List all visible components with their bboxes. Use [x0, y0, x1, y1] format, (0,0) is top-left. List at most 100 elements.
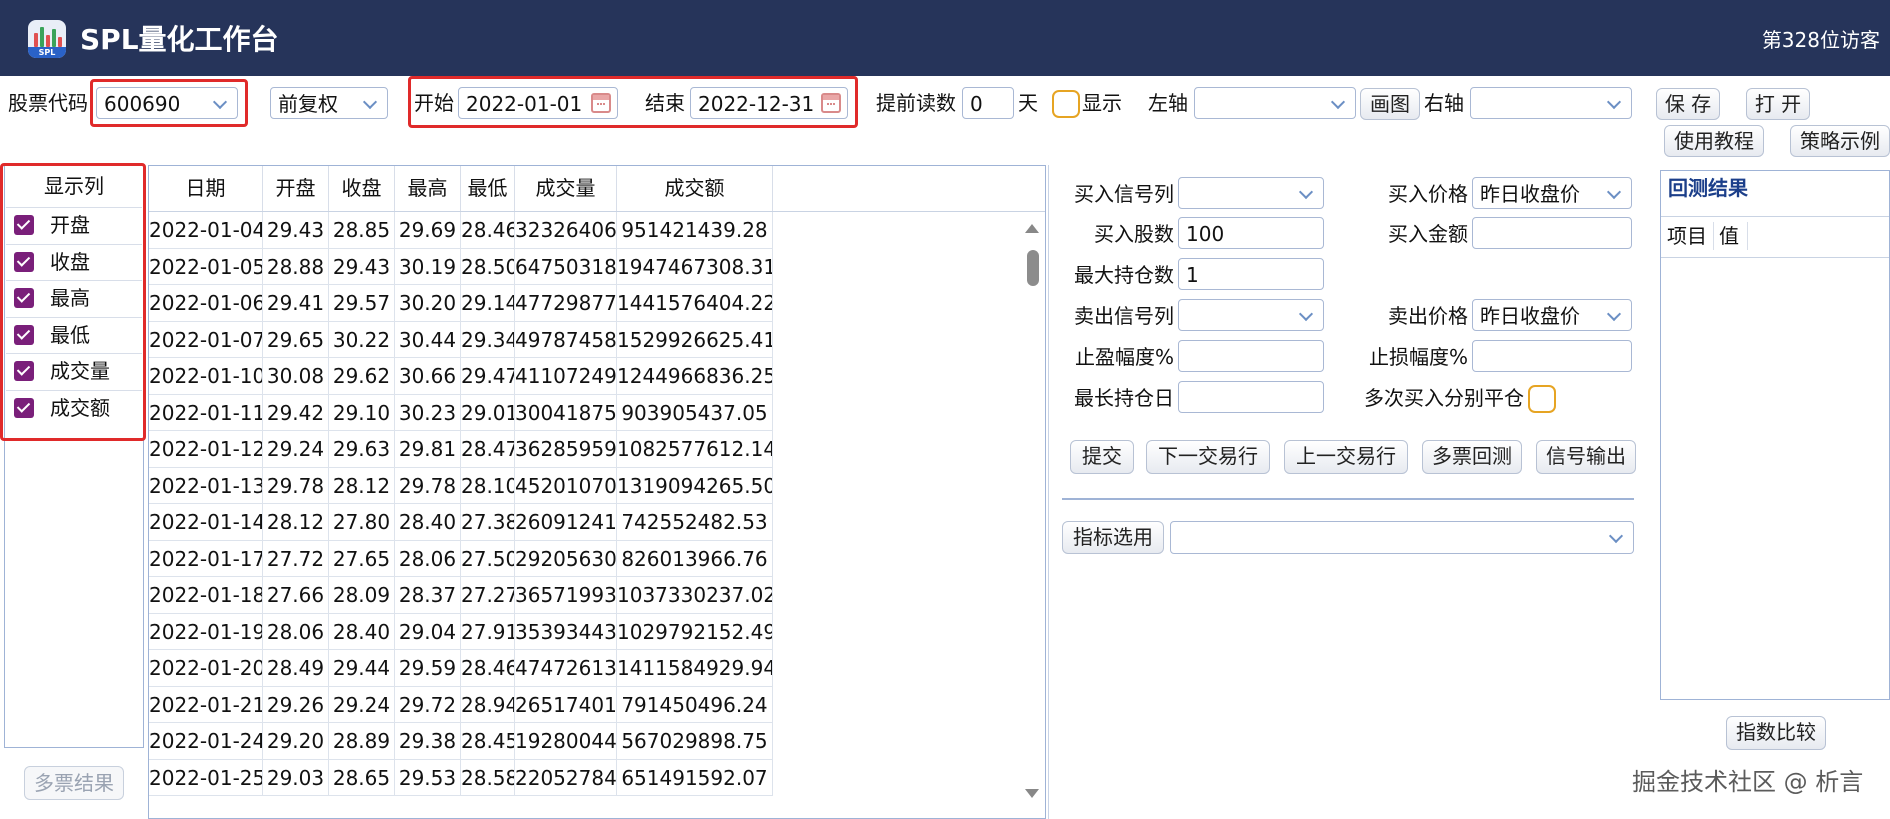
take-profit-input[interactable]: [1178, 340, 1324, 372]
table-row[interactable]: 2022-01-25 29.03 28.65 29.53 28.58 22052784 65…: [149, 759, 774, 796]
multi-buy-checkbox[interactable]: [1528, 385, 1556, 413]
chevron-down-icon: [1599, 522, 1633, 553]
column-toggle-row[interactable]: 成交额: [6, 389, 142, 427]
table-row[interactable]: 2022-01-20 28.49 29.44 29.59 28.46 47472613 14…: [149, 650, 774, 687]
checkbox-checked-icon[interactable]: [14, 361, 34, 381]
table-cell: 2022-01-06: [149, 285, 263, 322]
sell-price-select[interactable]: 昨日收盘价: [1472, 299, 1632, 331]
column-toggle-row[interactable]: 成交量: [6, 353, 142, 390]
column-header[interactable]: 成交量: [515, 166, 617, 211]
table-row[interactable]: 2022-01-10 30.08 29.62 30.66 29.47 41107249 12…: [149, 358, 774, 395]
column-toggle-row[interactable]: 收盘: [6, 243, 142, 281]
indicator-select[interactable]: [1170, 521, 1634, 554]
checkbox-checked-icon[interactable]: [14, 251, 34, 272]
multi-backtest-button[interactable]: 多票回测: [1422, 440, 1522, 474]
strategy-example-button[interactable]: 策略示例: [1790, 125, 1890, 157]
checkbox-checked-icon[interactable]: [14, 288, 34, 308]
calendar-icon[interactable]: [591, 93, 611, 113]
checkbox-checked-icon[interactable]: [14, 215, 34, 235]
table-row[interactable]: 2022-01-17 27.72 27.65 28.06 27.50 29205630 82…: [149, 540, 774, 577]
signal-output-button[interactable]: 信号输出: [1536, 440, 1636, 474]
table-row[interactable]: 2022-01-11 29.42 29.10 30.23 29.01 30041875 90…: [149, 394, 774, 431]
buy-shares-input[interactable]: 100: [1178, 217, 1324, 249]
table-cell: 29.26: [263, 686, 329, 723]
checkbox-checked-icon[interactable]: [14, 397, 34, 418]
right-axis-label: 右轴: [1424, 91, 1464, 115]
table-header: 日期 开盘 收盘 最高 最低 成交量 成交额: [149, 166, 1045, 212]
table-row[interactable]: 2022-01-05 28.88 29.43 30.19 28.50 64750318 19…: [149, 248, 774, 285]
table-cell: 29.20: [263, 723, 329, 760]
table-row[interactable]: 2022-01-04 29.43 28.85 29.69 28.46 32326406 95…: [149, 212, 774, 249]
stock-code-label: 股票代码: [8, 91, 88, 115]
multi-result-button[interactable]: 多票结果: [24, 766, 124, 800]
table-row[interactable]: 2022-01-07 29.65 30.22 30.44 29.34 49787458 15…: [149, 321, 774, 358]
column-toggle-row[interactable]: 最低: [6, 316, 142, 354]
table-cell: 27.66: [263, 577, 329, 614]
column-toggle-row[interactable]: 开盘: [6, 207, 142, 244]
table-cell: 28.89: [329, 723, 395, 760]
adjust-select[interactable]: 前复权: [270, 87, 388, 119]
save-button[interactable]: 保 存: [1656, 88, 1720, 120]
column-toggle-label: 成交量: [50, 359, 110, 383]
column-toggle-row[interactable]: 最高: [6, 280, 142, 317]
sell-signal-select[interactable]: [1178, 299, 1324, 331]
max-position-input[interactable]: 1: [1178, 258, 1324, 290]
buy-signal-select[interactable]: [1178, 177, 1324, 209]
max-position-label: 最大持仓数: [1074, 263, 1174, 287]
table-cell: 651491592.07: [617, 759, 773, 796]
table-cell: 30.19: [395, 248, 461, 285]
table-cell: 27.91: [461, 613, 515, 650]
submit-button[interactable]: 提交: [1070, 440, 1134, 474]
table-row[interactable]: 2022-01-06 29.41 29.57 30.20 29.14 47729877 14…: [149, 285, 774, 322]
table-cell: 29.14: [461, 285, 515, 322]
table-row[interactable]: 2022-01-19 28.06 28.40 29.04 27.91 35393443 10…: [149, 613, 774, 650]
draw-button[interactable]: 画图: [1360, 88, 1420, 120]
table-scrollbar[interactable]: [1021, 212, 1043, 818]
table-cell: 28.49: [263, 650, 329, 687]
buy-price-select[interactable]: 昨日收盘价: [1472, 177, 1632, 209]
scroll-up-icon[interactable]: [1025, 224, 1039, 233]
end-date-input[interactable]: 2022-12-31: [690, 87, 848, 119]
show-checkbox[interactable]: [1052, 90, 1080, 118]
buy-shares-value: 100: [1186, 222, 1225, 246]
table-row[interactable]: 2022-01-14 28.12 27.80 28.40 27.38 26091241 74…: [149, 504, 774, 541]
max-hold-label: 最长持仓日: [1074, 386, 1174, 410]
table-cell: 1529926625.41: [617, 321, 773, 358]
table-cell: 1441576404.22: [617, 285, 773, 322]
table-cell: 29.04: [395, 613, 461, 650]
table-cell: 28.37: [395, 577, 461, 614]
column-header[interactable]: 最低: [461, 166, 515, 211]
next-trade-button[interactable]: 下一交易行: [1146, 440, 1270, 474]
calendar-icon[interactable]: [821, 93, 841, 113]
right-axis-select[interactable]: [1470, 87, 1632, 119]
buy-amount-input[interactable]: [1472, 217, 1632, 249]
stock-code-select[interactable]: 600690: [96, 87, 238, 119]
scroll-thumb[interactable]: [1027, 250, 1039, 286]
column-header[interactable]: 收盘: [329, 166, 395, 211]
open-button[interactable]: 打 开: [1746, 88, 1810, 120]
column-header[interactable]: 成交额: [617, 166, 773, 211]
start-date-input[interactable]: 2022-01-01: [458, 87, 618, 119]
max-hold-input[interactable]: [1178, 381, 1324, 413]
column-header[interactable]: 开盘: [263, 166, 329, 211]
form-divider: [1062, 498, 1634, 500]
table-cell: 27.72: [263, 540, 329, 577]
stop-loss-input[interactable]: [1472, 340, 1632, 372]
indicator-button[interactable]: 指标选用: [1062, 521, 1164, 554]
scroll-down-icon[interactable]: [1025, 789, 1039, 798]
table-cell: 2022-01-21: [149, 686, 263, 723]
index-compare-button[interactable]: 指数比较: [1726, 716, 1826, 750]
logo-label: SPL: [28, 47, 66, 58]
column-header[interactable]: 日期: [149, 166, 263, 211]
column-header[interactable]: 最高: [395, 166, 461, 211]
table-row[interactable]: 2022-01-12 29.24 29.63 29.81 28.47 36285959 10…: [149, 431, 774, 468]
table-row[interactable]: 2022-01-21 29.26 29.24 29.72 28.94 26517401 79…: [149, 686, 774, 723]
prev-trade-button[interactable]: 上一交易行: [1284, 440, 1408, 474]
checkbox-checked-icon[interactable]: [14, 324, 34, 345]
tutorial-button[interactable]: 使用教程: [1664, 125, 1764, 157]
left-axis-select[interactable]: [1194, 87, 1356, 119]
table-row[interactable]: 2022-01-24 29.20 28.89 29.38 28.45 19280044 56…: [149, 723, 774, 760]
table-row[interactable]: 2022-01-13 29.78 28.12 29.78 28.10 45201070 13…: [149, 467, 774, 504]
table-row[interactable]: 2022-01-18 27.66 28.09 28.37 27.27 36571993 10…: [149, 577, 774, 614]
preread-input[interactable]: 0: [962, 87, 1014, 119]
